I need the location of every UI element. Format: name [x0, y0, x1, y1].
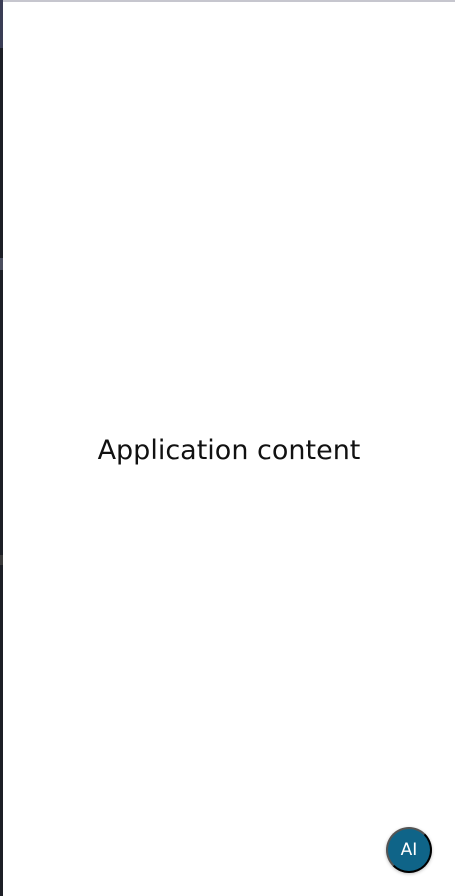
ai-assistant-button[interactable]: AI	[386, 827, 432, 873]
main-content-area: Application content	[3, 2, 455, 896]
app-window: Application content AI	[0, 0, 455, 896]
application-content-placeholder: Application content	[97, 434, 361, 466]
